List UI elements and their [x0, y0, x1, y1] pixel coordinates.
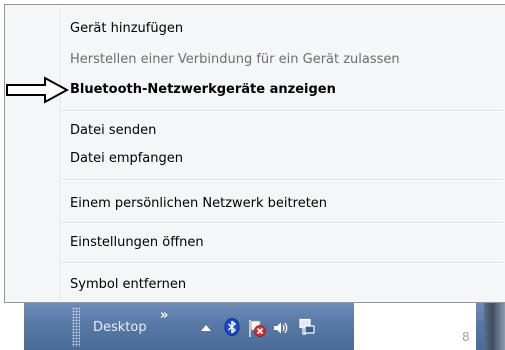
desktop-toolbar-label[interactable]: Desktop	[93, 320, 147, 335]
show-hidden-icons-arrow-icon[interactable]	[199, 321, 213, 335]
menu-item-receive-file[interactable]: Datei empfangen	[70, 148, 183, 170]
menu-item-add-device[interactable]: Gerät hinzufügen	[70, 18, 183, 40]
volume-icon[interactable]	[272, 319, 290, 337]
menu-item-remove-icon[interactable]: Symbol entfernen	[70, 274, 186, 296]
menu-separator	[62, 179, 503, 181]
menu-item-open-settings[interactable]: Einstellungen öffnen	[70, 232, 204, 254]
menu-separator	[62, 262, 503, 264]
action-center-flag-icon[interactable]	[247, 318, 267, 338]
bluetooth-icon[interactable]	[223, 318, 241, 336]
menu-separator	[62, 110, 503, 112]
menu-item-allow-device-connection[interactable]: Herstellen einer Verbindung für ein Gerä…	[70, 49, 400, 71]
menu-separator	[62, 222, 503, 224]
show-desktop-button[interactable]	[484, 303, 505, 350]
menu-item-join-personal-network[interactable]: Einem persönlichen Netzwerk beitreten	[70, 193, 327, 215]
toolbar-grip-handle[interactable]	[72, 307, 80, 347]
menu-icon-gutter	[60, 7, 62, 300]
screen-edge	[0, 303, 24, 350]
clock-fragment: 8	[462, 330, 470, 344]
menu-item-send-file[interactable]: Datei senden	[70, 120, 156, 142]
toolbar-overflow-chevron-icon[interactable]: »	[160, 308, 168, 323]
menu-item-show-bluetooth-network-devices[interactable]: Bluetooth-Netzwerkgeräte anzeigen	[70, 79, 336, 101]
clock-area[interactable]	[354, 303, 476, 350]
annotation-arrow-icon	[6, 76, 69, 104]
network-icon[interactable]	[298, 318, 316, 336]
